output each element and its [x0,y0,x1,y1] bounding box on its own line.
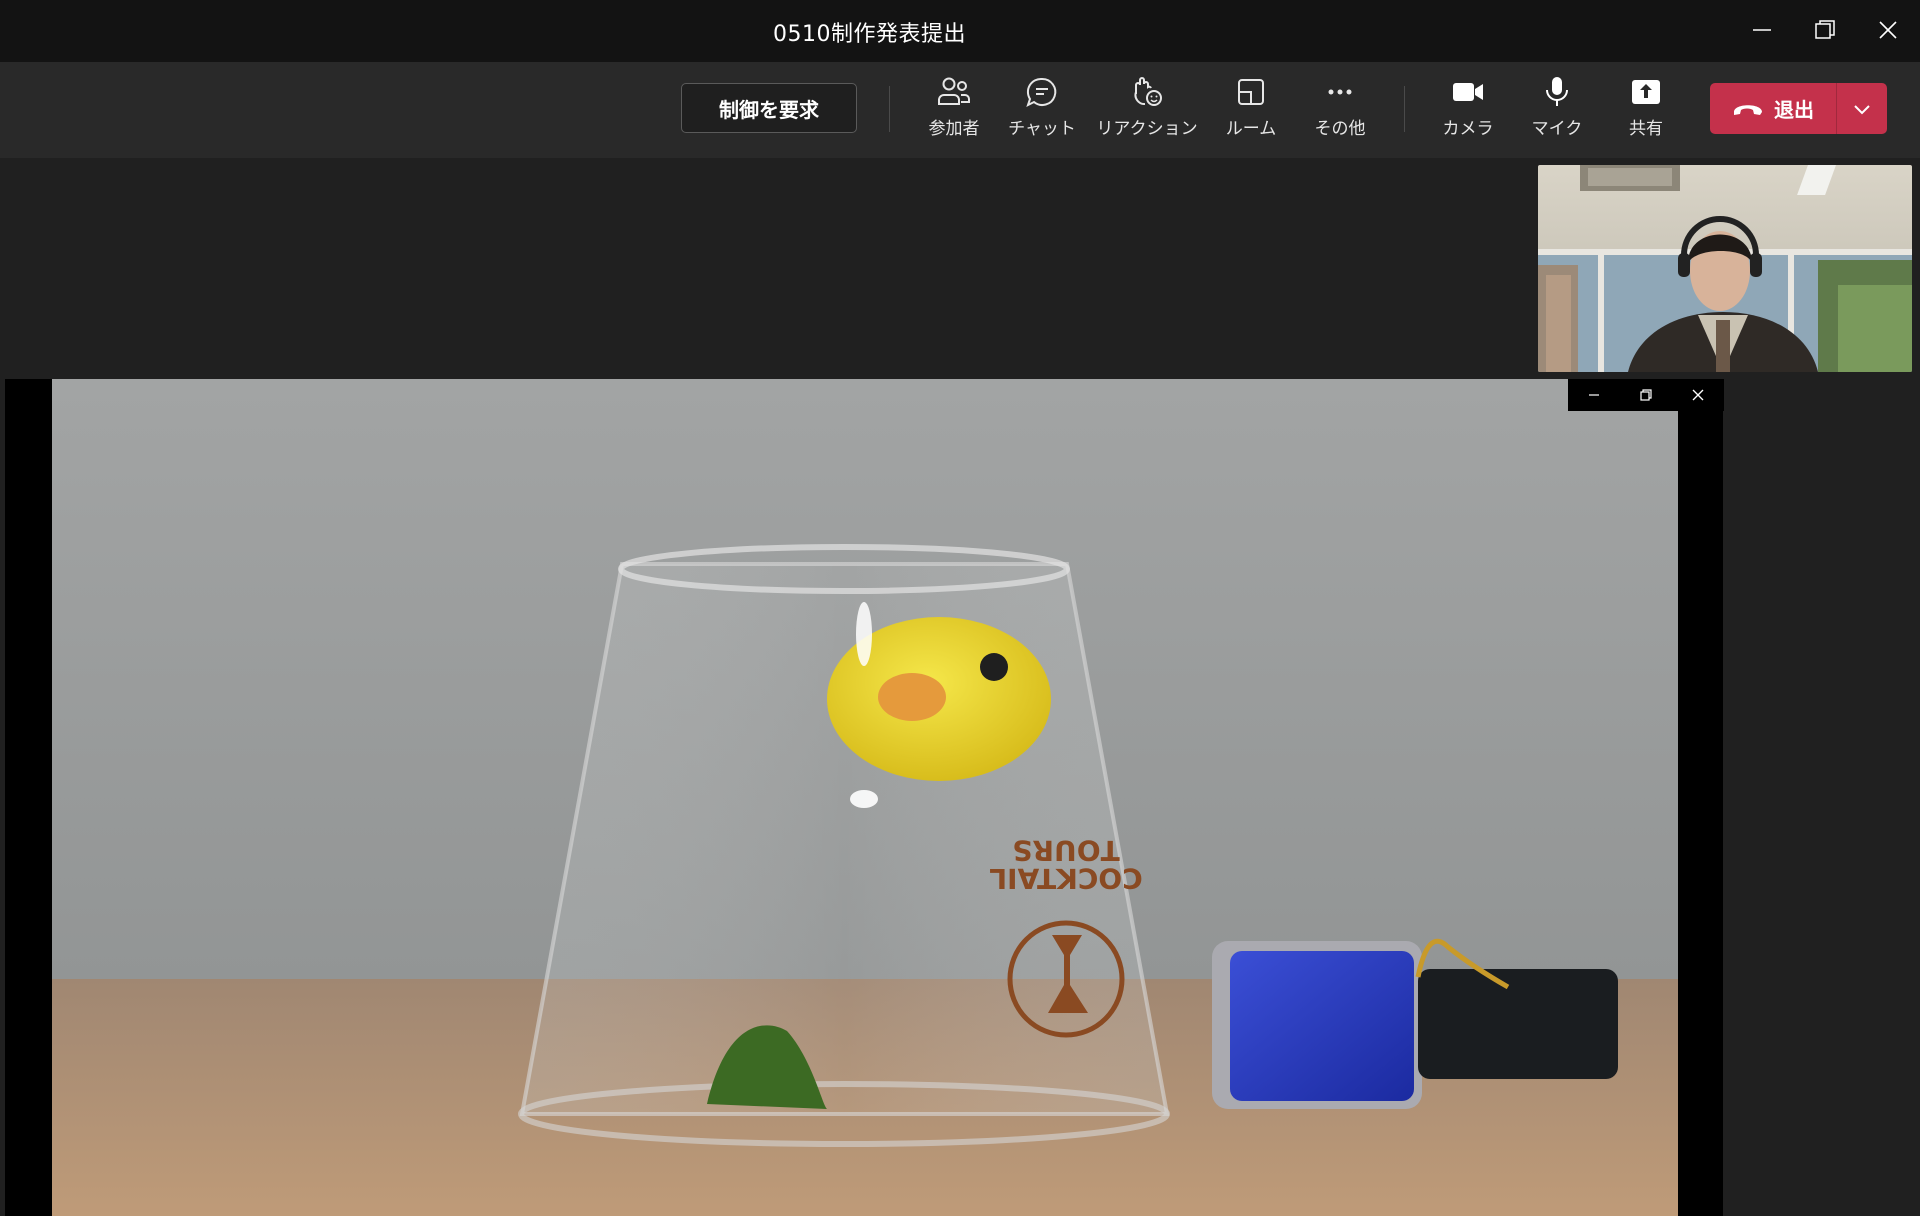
share-label: 共有 [1629,119,1663,139]
close-button[interactable] [1860,6,1916,54]
participants-button[interactable]: 参加者 [923,76,985,146]
self-video-thumbnail[interactable] [1538,165,1912,372]
share-icon [1632,80,1660,104]
participants-icon [938,77,970,105]
chat-icon [1026,77,1057,107]
rooms-label: ルーム [1225,119,1277,139]
restore-icon [1815,20,1835,39]
shared-video-feed: COCKTAIL TOURS [52,379,1678,1216]
mic-button[interactable]: マイク [1526,76,1588,146]
hang-up-icon [1734,104,1762,115]
leave-button-group: 退出 [1710,83,1887,134]
participants-label: 参加者 [928,119,980,139]
more-icon [1328,89,1352,95]
rooms-button[interactable]: ルーム [1220,76,1282,146]
share-button[interactable]: 共有 [1615,76,1677,146]
reaction-button[interactable]: リアクション [1094,76,1200,146]
more-label: その他 [1314,119,1366,139]
shared-video-image: COCKTAIL TOURS [52,379,1678,1216]
self-video-image [1538,165,1912,372]
svg-text:TOURS: TOURS [1012,834,1119,867]
restore-icon [1640,389,1652,401]
window-title: 0510制作発表提出 [773,22,966,47]
toolbar-divider [1404,86,1405,132]
minimize-button[interactable] [1734,6,1790,54]
restore-button[interactable] [1797,6,1853,54]
request-control-button[interactable]: 制御を要求 [681,83,857,133]
mic-label: マイク [1531,119,1583,139]
shared-restore-button[interactable] [1620,379,1672,411]
reaction-icon [1134,77,1162,106]
leave-button[interactable]: 退出 [1710,83,1836,134]
shared-minimize-button[interactable] [1568,379,1620,411]
shared-screen[interactable]: COCKTAIL TOURS [5,379,1723,1216]
toolbar-divider [889,86,890,132]
shared-close-button[interactable] [1672,379,1724,411]
shared-window-controls [1568,379,1724,411]
minimize-icon [1589,394,1599,396]
rooms-icon [1238,79,1264,105]
close-icon [1692,389,1704,401]
chat-label: チャット [1008,119,1076,139]
reaction-label: リアクション [1096,119,1198,139]
title-bar: 0510制作発表提出 [0,0,1920,62]
meeting-toolbar: 制御を要求 参加者 チャット リアクション ルーム その他 カメラ マイク 共有… [0,62,1920,158]
chat-button[interactable]: チャット [1004,76,1080,146]
close-icon [1879,21,1897,39]
more-button[interactable]: その他 [1305,76,1375,146]
mic-icon [1546,77,1568,106]
leave-options-button[interactable] [1837,83,1887,134]
chevron-down-icon [1854,104,1870,114]
minimize-icon [1753,29,1771,31]
camera-label: カメラ [1442,119,1494,139]
camera-button[interactable]: カメラ [1437,76,1499,146]
leave-label: 退出 [1774,98,1814,122]
camera-icon [1453,83,1483,101]
